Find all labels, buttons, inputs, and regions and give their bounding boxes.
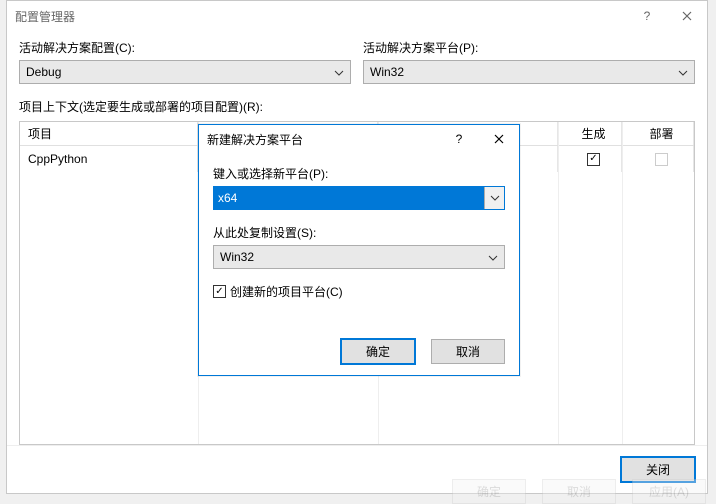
modal-title: 新建解决方案平台 bbox=[207, 131, 303, 148]
active-config-select[interactable]: Debug bbox=[19, 60, 351, 84]
cell-build: ✓ bbox=[558, 146, 622, 172]
ghost-ok: 确定 bbox=[452, 479, 526, 504]
active-config-value: Debug bbox=[26, 65, 61, 79]
copy-from-label: 从此处复制设置(S): bbox=[213, 224, 505, 241]
background-buttons: 确定 取消 应用(A) bbox=[452, 479, 706, 504]
active-platform-select[interactable]: Win32 bbox=[363, 60, 695, 84]
chevron-down-icon bbox=[334, 65, 344, 79]
deploy-checkbox[interactable] bbox=[655, 153, 668, 166]
create-new-checkbox-row: ✓ 创建新的项目平台(C) bbox=[213, 283, 505, 300]
close-icon bbox=[494, 134, 504, 144]
chevron-down-icon[interactable] bbox=[484, 187, 504, 209]
close-icon bbox=[682, 11, 692, 21]
ghost-cancel: 取消 bbox=[542, 479, 616, 504]
cell-deploy bbox=[622, 146, 694, 172]
new-solution-platform-dialog: 新建解决方案平台 ? 键入或选择新平台(P): x64 从此处复制设置(S): … bbox=[198, 124, 520, 376]
create-new-checkbox[interactable]: ✓ bbox=[213, 285, 226, 298]
window-title: 配置管理器 bbox=[15, 8, 75, 25]
cell-project: CppPython bbox=[20, 146, 198, 172]
copy-from-select[interactable]: Win32 bbox=[213, 245, 505, 269]
modal-titlebar: 新建解决方案平台 ? bbox=[199, 125, 519, 153]
modal-body: 键入或选择新平台(P): x64 从此处复制设置(S): Win32 ✓ 创建新… bbox=[199, 153, 519, 327]
new-platform-value: x64 bbox=[214, 187, 484, 209]
create-new-label: 创建新的项目平台(C) bbox=[230, 283, 343, 300]
chevron-down-icon bbox=[488, 250, 498, 264]
col-build: 生成 bbox=[558, 122, 622, 145]
active-platform-value: Win32 bbox=[370, 65, 404, 79]
new-platform-label: 键入或选择新平台(P): bbox=[213, 165, 505, 182]
project-context-label: 项目上下文(选定要生成或部署的项目配置)(R): bbox=[19, 98, 695, 115]
help-button[interactable]: ? bbox=[627, 1, 667, 31]
ok-button[interactable]: 确定 bbox=[341, 339, 415, 364]
modal-help-button[interactable]: ? bbox=[439, 125, 479, 153]
col-project: 项目 bbox=[20, 122, 198, 145]
modal-footer: 确定 取消 bbox=[199, 327, 519, 375]
build-checkbox[interactable]: ✓ bbox=[587, 153, 600, 166]
active-platform-label: 活动解决方案平台(P): bbox=[363, 39, 695, 56]
modal-close-button[interactable] bbox=[479, 125, 519, 153]
close-window-button[interactable] bbox=[667, 1, 707, 31]
col-deploy: 部署 bbox=[622, 122, 694, 145]
titlebar: 配置管理器 ? bbox=[7, 1, 707, 31]
new-platform-combobox[interactable]: x64 bbox=[213, 186, 505, 210]
cancel-button[interactable]: 取消 bbox=[431, 339, 505, 364]
ghost-apply: 应用(A) bbox=[632, 479, 706, 504]
copy-from-value: Win32 bbox=[220, 250, 254, 264]
active-config-label: 活动解决方案配置(C): bbox=[19, 39, 351, 56]
chevron-down-icon bbox=[678, 65, 688, 79]
